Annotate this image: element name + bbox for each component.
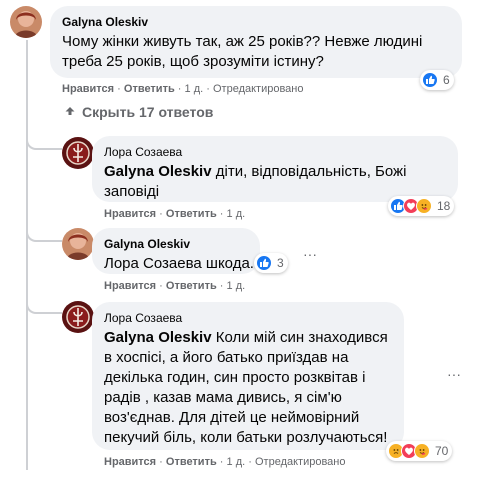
comment-text: Лора Созаева шкода.: [104, 254, 254, 274]
comment-actions: Нравится · Ответить · 1 д. · Отредактиро…: [62, 82, 304, 96]
timestamp[interactable]: 1 д.: [185, 83, 204, 95]
comment-actions: Нравится · Ответить · 1 д.: [104, 207, 245, 221]
care-reaction-icon: [414, 443, 430, 459]
comment-body: Коли мій син знаходився в хоспісі, а йог…: [104, 329, 388, 446]
comment-author[interactable]: Лора Созаева: [104, 310, 392, 326]
reaction-count: 3: [277, 256, 284, 270]
more-dots-icon: ···: [447, 366, 461, 382]
thread-line: [26, 40, 28, 470]
mention-link[interactable]: Galyna Oleskiv: [104, 329, 212, 346]
reaction-summary[interactable]: 3: [254, 253, 288, 273]
edited-label: Отредактировано: [212, 83, 304, 95]
comment-bubble: Galyna Oleskiv Чому жінки живуть так, аж…: [50, 6, 462, 78]
comment-author[interactable]: Galyna Oleskiv: [104, 236, 248, 252]
more-options-button[interactable]: ···: [440, 360, 468, 388]
thread-connector: [26, 228, 62, 242]
like-link[interactable]: Нравится: [104, 208, 156, 220]
like-link[interactable]: Нравится: [62, 83, 114, 95]
like-link[interactable]: Нравится: [104, 280, 156, 292]
thread-connector: [26, 300, 62, 314]
separator: ·: [117, 83, 124, 95]
separator: ·: [159, 456, 166, 468]
reaction-count: 18: [437, 199, 451, 213]
separator: ·: [159, 280, 166, 292]
mention-link[interactable]: Лора Созаева: [104, 255, 202, 272]
separator: ·: [219, 208, 227, 220]
collapse-arrow-icon: [64, 104, 78, 120]
reaction-count: 6: [443, 73, 450, 87]
separator: ·: [177, 83, 185, 95]
like-link[interactable]: Нравится: [104, 456, 156, 468]
separator: ·: [219, 280, 227, 292]
comment-bubble: Лора Созаева Galyna Oleskiv Коли мій син…: [92, 302, 404, 450]
hide-replies-label: Скрыть 17 ответов: [82, 104, 214, 120]
comment-actions: Нравится · Ответить · 1 д.: [104, 279, 245, 293]
separator: ·: [159, 208, 166, 220]
reaction-summary[interactable]: 6: [420, 70, 454, 90]
comment-actions: Нравится · Ответить · 1 д. · Отредактиро…: [104, 455, 346, 469]
reaction-summary[interactable]: 18: [388, 196, 455, 216]
separator: ·: [248, 456, 255, 468]
timestamp[interactable]: 1 д.: [227, 208, 246, 220]
comment-body: шкода.: [201, 255, 254, 272]
reaction-count: 70: [435, 444, 449, 458]
separator: ·: [206, 83, 213, 95]
avatar-galyna[interactable]: [10, 6, 42, 38]
thread-connector: [26, 136, 62, 150]
more-options-button[interactable]: ···: [296, 240, 324, 268]
reply-link[interactable]: Ответить: [166, 456, 217, 468]
comment-text: Galyna Oleskiv Коли мій син знаходився в…: [104, 328, 392, 448]
comment-author[interactable]: Лора Созаева: [104, 144, 446, 160]
reply-link[interactable]: Ответить: [166, 280, 217, 292]
reaction-summary[interactable]: 70: [386, 441, 453, 461]
like-reaction-icon: [422, 72, 438, 88]
care-reaction-icon: [416, 198, 432, 214]
more-dots-icon: ···: [303, 246, 317, 262]
hide-replies-button[interactable]: Скрыть 17 ответов: [64, 104, 213, 120]
edited-label: Отредактировано: [254, 456, 346, 468]
comment-text: Чому жінки живуть так, аж 25 років?? Нев…: [62, 33, 423, 70]
avatar-lora[interactable]: [62, 301, 94, 333]
mention-link[interactable]: Galyna Oleskiv: [104, 163, 212, 180]
comment-bubble: Galyna Oleskiv Лора Созаева шкода.: [92, 228, 260, 274]
avatar-lora[interactable]: [62, 137, 94, 169]
comment-author[interactable]: Galyna Oleskiv: [62, 14, 450, 30]
separator: ·: [219, 456, 227, 468]
timestamp[interactable]: 1 д.: [227, 280, 246, 292]
timestamp[interactable]: 1 д.: [227, 456, 246, 468]
reply-link[interactable]: Ответить: [124, 83, 175, 95]
avatar-galyna[interactable]: [62, 228, 94, 260]
reply-link[interactable]: Ответить: [166, 208, 217, 220]
like-reaction-icon: [256, 255, 272, 271]
comment-bubble: Лора Созаева Galyna Oleskiv діти, відпов…: [92, 136, 458, 202]
